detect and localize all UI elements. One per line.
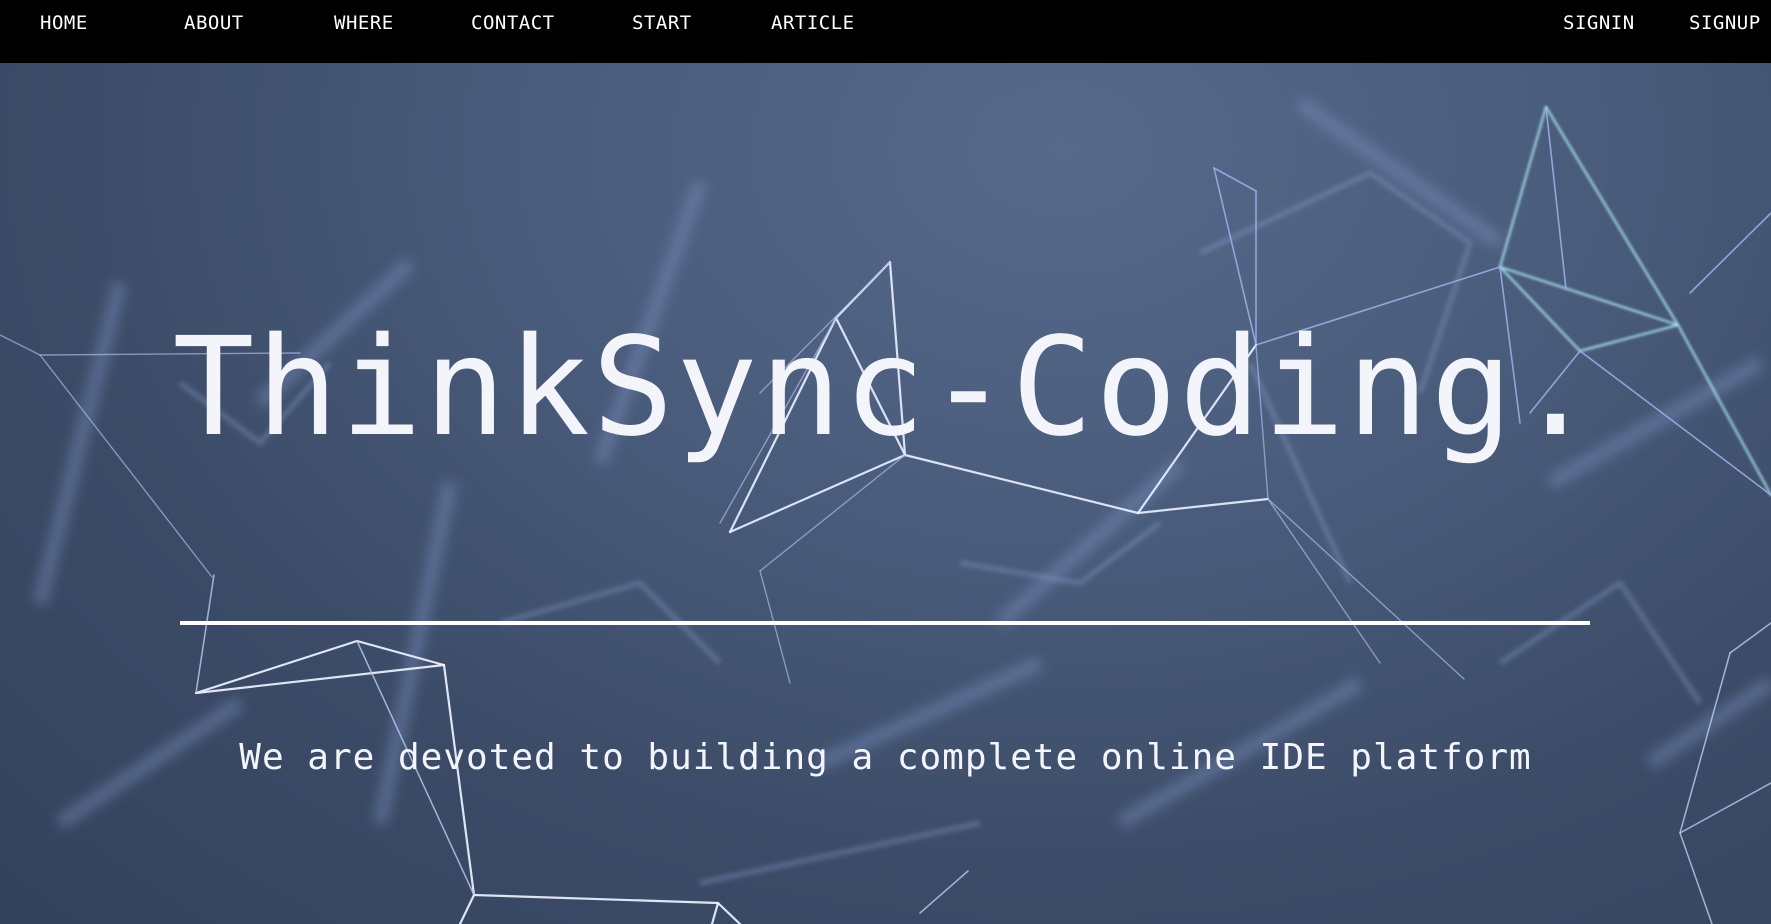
page: HOME ABOUT WHERE CONTACT START ARTICLE S… (0, 0, 1771, 924)
nav-home-link[interactable]: HOME (40, 12, 88, 34)
network-background-graphic (0, 97, 1771, 924)
hero-divider (180, 621, 1590, 625)
nav-contact-link[interactable]: CONTACT (471, 12, 555, 34)
nav-where-link[interactable]: WHERE (334, 12, 394, 34)
nav-signin-link[interactable]: SIGNIN (1563, 12, 1635, 34)
nav-about-link[interactable]: ABOUT (184, 12, 244, 34)
hero-title: ThinkSync-Coding. (172, 309, 1599, 467)
nav-article-link[interactable]: ARTICLE (771, 12, 855, 34)
hero-section: ThinkSync-Coding. We are devoted to buil… (0, 63, 1771, 924)
nav-signup-link[interactable]: SIGNUP (1689, 12, 1761, 34)
hero-subtitle: We are devoted to building a complete on… (239, 737, 1532, 778)
nav-start-link[interactable]: START (632, 12, 692, 34)
top-navbar: HOME ABOUT WHERE CONTACT START ARTICLE S… (0, 0, 1771, 63)
